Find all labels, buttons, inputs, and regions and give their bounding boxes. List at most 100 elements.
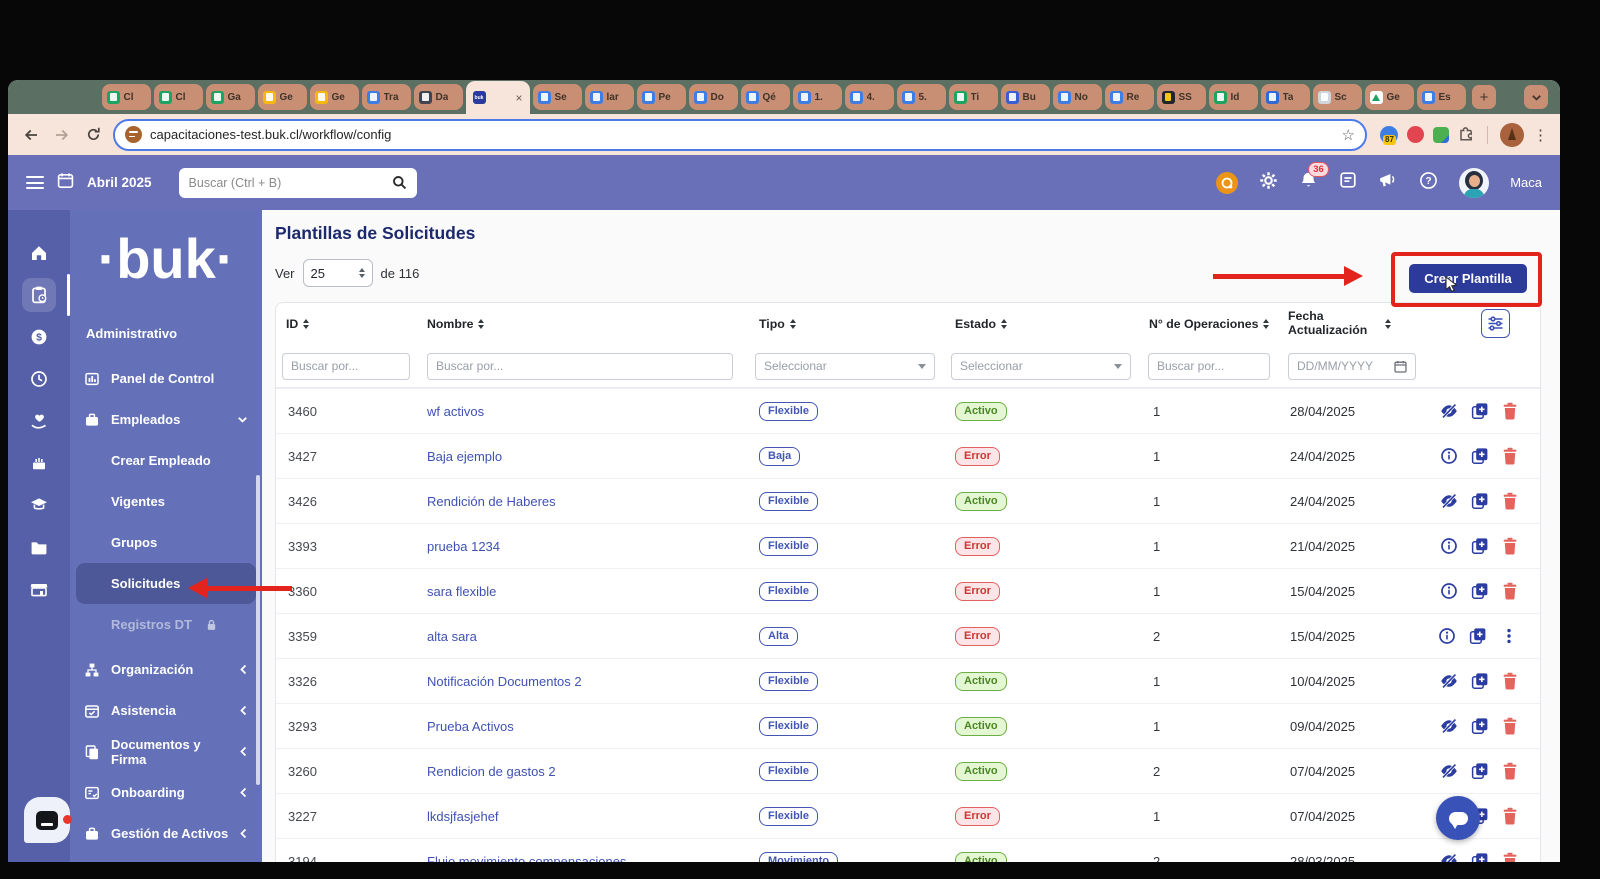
browser-tab[interactable]: 4. [845,84,894,110]
browser-tab[interactable]: No [1053,84,1102,110]
info-icon[interactable] [1438,627,1456,645]
hamburger-menu-icon[interactable] [26,176,44,189]
browser-tab[interactable]: Pe [637,84,686,110]
browser-menu-icon[interactable]: ⋮ [1533,126,1548,144]
visibility-off-icon[interactable] [1440,717,1458,735]
browser-profile-avatar[interactable] [1500,123,1524,147]
global-search-input[interactable]: Buscar (Ctrl + B) [179,168,417,198]
delete-icon[interactable] [1502,447,1518,465]
bookmark-star-icon[interactable]: ☆ [1342,126,1355,144]
sidebar-item-gesti-n-de-activos[interactable]: Gestión de Activos [70,813,262,854]
sidebar-item-empleados[interactable]: Empleados [70,399,262,440]
duplicate-icon[interactable] [1471,852,1489,862]
delete-icon[interactable] [1502,402,1518,420]
delete-icon[interactable] [1502,672,1518,690]
browser-tab[interactable]: Da [414,84,463,110]
visibility-off-icon[interactable] [1440,762,1458,780]
browser-tab[interactable]: Sc [1313,84,1362,110]
tab-search-chevron-icon[interactable] [1524,85,1548,109]
delete-icon[interactable] [1502,852,1518,862]
period-selector[interactable]: Abril 2025 [87,175,152,190]
browser-tab[interactable]: Re [1105,84,1154,110]
user-avatar[interactable] [1459,168,1489,198]
visibility-off-icon[interactable] [1440,852,1458,862]
duplicate-icon[interactable] [1471,447,1489,465]
site-info-icon[interactable] [125,126,142,143]
reload-button[interactable] [82,124,104,146]
sort-icon[interactable] [1001,319,1007,329]
address-bar[interactable]: capacitaciones-test.buk.cl/workflow/conf… [113,119,1367,151]
duplicate-icon[interactable] [1471,582,1489,600]
filter-nombre-input[interactable]: Buscar por... [427,353,733,380]
filter-id-input[interactable]: Buscar por... [282,353,410,380]
template-name-link[interactable]: alta sara [417,629,749,644]
delete-icon[interactable] [1502,762,1518,780]
browser-tab[interactable]: Es [1417,84,1466,110]
rail-item-requests-clipboard[interactable] [22,278,56,312]
browser-tab[interactable]: Tra [362,84,411,110]
browser-tab[interactable]: lar [585,84,634,110]
rail-item-history[interactable] [22,362,56,396]
sidebar-item-onboarding[interactable]: Onboarding [70,772,262,813]
browser-tab[interactable]: SS [1157,84,1206,110]
visibility-off-icon[interactable] [1440,402,1458,420]
browser-tab[interactable]: 1. [793,84,842,110]
duplicate-icon[interactable] [1471,762,1489,780]
notifications-bell-icon[interactable]: 36 [1299,171,1318,195]
sort-icon[interactable] [790,319,796,329]
template-name-link[interactable]: Rendición de Haberes [417,494,749,509]
chat-fab-button[interactable] [1436,796,1480,840]
sidebar-item-asistencia[interactable]: Asistencia [70,690,262,731]
sort-icon[interactable] [1263,319,1269,329]
sidebar-item-crear-empleado[interactable]: Crear Empleado [70,440,262,481]
browser-tab[interactable]: Cl [154,84,203,110]
delete-icon[interactable] [1502,582,1518,600]
active-tab-buk[interactable]: buk× [466,81,530,114]
column-settings-button[interactable] [1481,309,1510,338]
template-name-link[interactable]: prueba 1234 [417,539,749,554]
delete-icon[interactable] [1502,537,1518,555]
browser-tab[interactable]: Do [689,84,738,110]
template-name-link[interactable]: Prueba Activos [417,719,749,734]
sort-icon[interactable] [303,319,309,329]
rail-item-training[interactable] [22,488,56,522]
forward-button[interactable] [51,124,73,146]
template-name-link[interactable]: Baja ejemplo [417,449,749,464]
sort-icon[interactable] [478,319,484,329]
duplicate-icon[interactable] [1471,492,1489,510]
sidebar-item-panel-de-control[interactable]: Panel de Control [70,358,262,399]
rail-item-payments[interactable]: $ [22,320,56,354]
info-icon[interactable] [1440,447,1458,465]
help-icon[interactable]: ? [1419,171,1438,195]
rail-item-benefits[interactable] [22,404,56,438]
sort-icon[interactable] [1385,319,1391,329]
browser-tab[interactable]: Qé [741,84,790,110]
rail-item-marketplace[interactable] [22,572,56,606]
filter-operaciones-input[interactable]: Buscar por... [1148,353,1270,380]
browser-tab[interactable]: Ta [1261,84,1310,110]
duplicate-icon[interactable] [1471,402,1489,420]
column-header-id[interactable]: ID [276,317,417,331]
browser-tab[interactable]: Cl [102,84,151,110]
visibility-off-icon[interactable] [1440,492,1458,510]
column-header-estado[interactable]: Estado [945,317,1139,331]
sidebar-item-organizaci-n[interactable]: Organización [70,649,262,690]
rail-item-celebrations[interactable] [22,446,56,480]
back-button[interactable] [20,124,42,146]
info-icon[interactable] [1440,582,1458,600]
template-name-link[interactable]: Rendicion de gastos 2 [417,764,749,779]
duplicate-icon[interactable] [1471,537,1489,555]
column-header-nombre[interactable]: Nombre [417,317,749,331]
delete-icon[interactable] [1502,717,1518,735]
browser-tab[interactable]: Ti [949,84,998,110]
duplicate-icon[interactable] [1469,627,1487,645]
browser-tab[interactable]: Ge [310,84,359,110]
kebab-icon[interactable] [1500,627,1518,645]
browser-tab[interactable]: Ga [206,84,255,110]
browser-tab[interactable]: Ge [258,84,307,110]
rail-item-documents-folder[interactable] [22,530,56,564]
duplicate-icon[interactable] [1471,717,1489,735]
red-extension-icon[interactable] [1407,126,1424,143]
template-name-link[interactable]: lkdsjfasjehef [417,809,749,824]
template-name-link[interactable]: sara flexible [417,584,749,599]
